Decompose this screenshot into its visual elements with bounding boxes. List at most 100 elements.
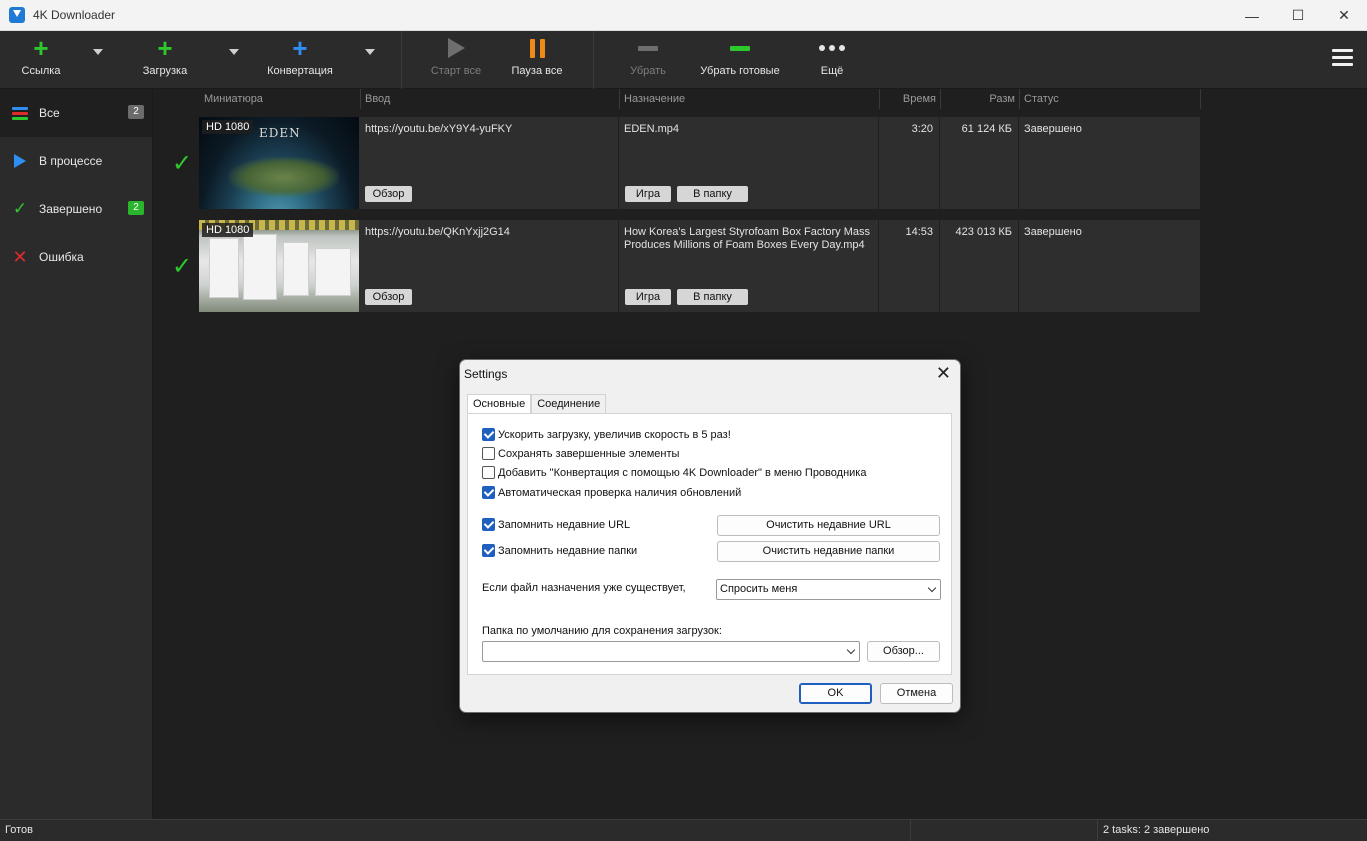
sidebar-item-completed[interactable]: ✓ Завершено 2: [0, 185, 152, 233]
sidebar: Все 2 В процессе ✓ Завершено 2 ✕ Ошибка: [0, 89, 153, 819]
play-icon: [447, 31, 465, 65]
close-icon[interactable]: ✕: [936, 363, 951, 384]
option-label: Запомнить недавние папки: [498, 544, 638, 557]
checkbox[interactable]: [482, 518, 495, 531]
menu-icon[interactable]: [1332, 49, 1353, 70]
more-button[interactable]: Ещё: [816, 31, 848, 89]
error-x-icon: ✕: [12, 246, 28, 267]
pause-all-label: Пауза все: [511, 65, 563, 77]
quality-badge: HD 1080: [202, 120, 254, 134]
file-exists-label: Если файл назначения уже существует,: [482, 582, 686, 594]
add-convert-button[interactable]: + Конвертация: [262, 31, 338, 89]
open-folder-button[interactable]: В папку: [677, 186, 748, 202]
minimize-icon[interactable]: —: [1229, 0, 1275, 31]
column-header-time[interactable]: Время: [880, 89, 941, 109]
sidebar-item-label: Завершено: [39, 202, 103, 216]
option-remember-folders[interactable]: Запомнить недавние папки: [482, 544, 637, 557]
pause-icon: [529, 31, 545, 65]
column-header-size[interactable]: Разм: [941, 89, 1020, 109]
sidebar-item-error[interactable]: ✕ Ошибка: [0, 233, 152, 281]
add-link-dropdown-icon[interactable]: [93, 49, 103, 55]
column-header-input[interactable]: Ввод: [361, 89, 620, 109]
checkbox[interactable]: [482, 486, 495, 499]
option-speed-boost[interactable]: Ускорить загрузку, увеличив скорость в 5…: [482, 428, 731, 441]
browse-folder-button[interactable]: Обзор...: [867, 641, 940, 662]
default-folder-label: Папка по умолчанию для сохранения загруз…: [482, 625, 722, 637]
checkbox[interactable]: [482, 447, 495, 460]
open-folder-button[interactable]: В папку: [677, 289, 748, 305]
clear-recent-urls-button[interactable]: Очистить недавние URL: [717, 515, 940, 536]
add-convert-dropdown-icon[interactable]: [365, 49, 375, 55]
column-header-thumbnail[interactable]: Миниатюра: [200, 89, 361, 109]
size-cell: 423 013 КБ: [940, 220, 1019, 312]
add-download-button[interactable]: + Загрузка: [138, 31, 192, 89]
check-icon: ✓: [12, 199, 28, 218]
column-header-destination[interactable]: Назначение: [620, 89, 880, 109]
clear-recent-folders-button[interactable]: Очистить недавние папки: [717, 541, 940, 562]
table-row[interactable]: HD 1080 https://youtu.be/QKnYxjj2G14 Обз…: [199, 220, 1200, 312]
plus-icon: +: [157, 33, 173, 63]
option-keep-completed[interactable]: Сохранять завершенные элементы: [482, 447, 679, 460]
default-folder-input[interactable]: [482, 641, 860, 662]
checkbox[interactable]: [482, 466, 495, 479]
chevron-down-icon: [927, 583, 937, 593]
completed-check-icon: ✓: [172, 150, 193, 177]
thumbnail-title: EDEN: [259, 126, 301, 140]
file-exists-select[interactable]: Спросить меня: [716, 579, 941, 600]
add-link-label: Ссылка: [21, 65, 61, 77]
plus-icon: +: [292, 33, 308, 63]
destination-cell: How Korea's Largest Styrofoam Box Factor…: [619, 220, 879, 312]
input-cell: https://youtu.be/QKnYxjj2G14 Обзор: [360, 220, 619, 312]
play-button[interactable]: Игра: [625, 186, 671, 202]
option-auto-update[interactable]: Автоматическая проверка наличия обновлен…: [482, 486, 741, 499]
close-icon[interactable]: ✕: [1321, 0, 1367, 31]
checkbox[interactable]: [482, 544, 495, 557]
tab-general[interactable]: Основные: [467, 394, 532, 415]
column-header-status[interactable]: Статус: [1020, 89, 1201, 109]
play-icon: [11, 154, 29, 168]
duration: 3:20: [911, 123, 933, 135]
status-text: Готов: [5, 824, 33, 836]
all-list-icon: [11, 105, 29, 122]
settings-dialog: Settings ✕ Основные Соединение Ускорить …: [459, 359, 961, 713]
tab-connection[interactable]: Соединение: [531, 394, 607, 414]
browse-button[interactable]: Обзор: [365, 186, 412, 202]
cancel-button[interactable]: Отмена: [880, 683, 953, 704]
pause-all-button[interactable]: Пауза все: [507, 31, 567, 89]
video-thumbnail: HD 1080: [199, 220, 359, 312]
play-button[interactable]: Игра: [625, 289, 671, 305]
option-remember-urls[interactable]: Запомнить недавние URL: [482, 518, 630, 531]
toolbar: + Ссылка + Загрузка + Конвертация Старт …: [0, 31, 1367, 89]
destination-cell: EDEN.mp4 Игра В папку: [619, 117, 879, 209]
file-exists-value: Спросить меня: [720, 583, 798, 595]
option-explorer-menu[interactable]: Добавить "Конвертация с помощью 4K Downl…: [482, 466, 866, 479]
status-text: Завершено: [1024, 123, 1082, 135]
title-bar: 4K Downloader — ☐ ✕: [0, 0, 1367, 31]
more-label: Ещё: [820, 65, 844, 77]
sidebar-item-in-progress[interactable]: В процессе: [0, 137, 152, 185]
settings-tabs: Основные Соединение: [467, 394, 607, 415]
option-label: Сохранять завершенные элементы: [498, 447, 680, 460]
remove-button[interactable]: Убрать: [626, 31, 670, 89]
more-dots-icon: [819, 31, 845, 65]
size-cell: 61 124 КБ: [940, 117, 1019, 209]
source-url: https://youtu.be/xY9Y4-yuFKY: [365, 123, 513, 135]
sidebar-item-all[interactable]: Все 2: [0, 89, 152, 137]
remove-done-button[interactable]: Убрать готовые: [695, 31, 785, 89]
checkbox[interactable]: [482, 428, 495, 441]
minus-icon: [638, 31, 658, 65]
add-download-dropdown-icon[interactable]: [229, 49, 239, 55]
destination-file: EDEN.mp4: [624, 123, 680, 135]
app-title: 4K Downloader: [33, 8, 116, 22]
toolbar-divider: [593, 31, 594, 89]
count-badge: 2: [128, 201, 144, 215]
ok-button[interactable]: OK: [799, 683, 872, 704]
add-link-button[interactable]: + Ссылка: [18, 31, 64, 89]
status-bar: Готов 2 tasks: 2 завершено: [0, 819, 1367, 841]
browse-button[interactable]: Обзор: [365, 289, 412, 305]
table-row[interactable]: EDEN HD 1080 https://youtu.be/xY9Y4-yuFK…: [199, 117, 1200, 209]
status-divider: [910, 820, 911, 841]
start-all-button[interactable]: Старт все: [425, 31, 487, 89]
option-label: Ускорить загрузку, увеличив скорость в 5…: [498, 428, 731, 441]
maximize-icon[interactable]: ☐: [1275, 0, 1321, 31]
